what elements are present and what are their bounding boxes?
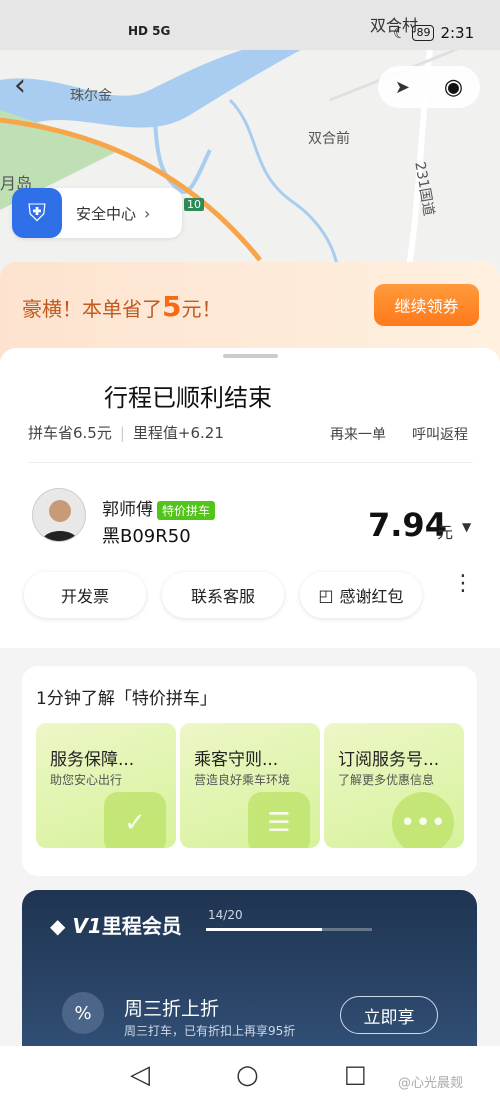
- road-number: 10: [184, 198, 204, 211]
- divider: [28, 462, 473, 463]
- driver-name: 郭师傅: [102, 500, 153, 520]
- tile-passenger-rules[interactable]: 乘客守则... 营造良好乘车环境 ☰: [180, 723, 320, 848]
- offer-title: 周三折上折: [124, 998, 220, 1020]
- nav-home-icon[interactable]: ○: [236, 1060, 259, 1090]
- thanks-red-packet-button[interactable]: ◰ 感谢红包: [300, 572, 422, 618]
- promo-prefix: 豪横！本单省了: [22, 297, 162, 321]
- promo-text: 豪横！本单省了5元！: [22, 290, 221, 323]
- offer-subtitle: 周三打车，已有折扣上再享95折: [124, 1024, 296, 1038]
- claim-coupon-button[interactable]: 继续领券: [374, 284, 479, 326]
- tile-subtitle: 助您安心出行: [50, 773, 123, 787]
- order-again-link[interactable]: 再来一单: [330, 424, 386, 444]
- thanks-label: 感谢红包: [339, 587, 404, 606]
- tile-subtitle: 营造良好乘车环境: [194, 773, 291, 787]
- tile-title: 服务保障...: [50, 750, 135, 770]
- fare-dropdown-icon[interactable]: ▼: [462, 520, 471, 534]
- moon-icon: ☾: [393, 24, 407, 42]
- network-icons: HD 5G: [128, 24, 171, 38]
- driver-name-row: 郭师傅 特价拼车: [102, 495, 216, 520]
- enjoy-now-button[interactable]: 立即享: [340, 996, 438, 1034]
- gift-bag-icon: ◰: [318, 585, 334, 605]
- member-level: V1: [72, 914, 102, 938]
- license-plate: 黑B09R50: [102, 526, 191, 547]
- member-title: ◆ V1里程会员: [50, 910, 182, 939]
- diamond-icon: ◆: [50, 914, 66, 938]
- nav-back-icon[interactable]: ◁: [130, 1060, 150, 1090]
- map-label: 双合前: [308, 131, 350, 147]
- driver-avatar[interactable]: [32, 488, 86, 542]
- navigate-arrow-icon[interactable]: ➤: [395, 77, 410, 98]
- intro-card: 1分钟了解「特价拼车」 服务保障... 助您安心出行 ✓ 乘客守则... 营造良…: [22, 666, 477, 876]
- trip-card: 行程已顺利结束 拼车省6.5元 | 里程值+6.21 再来一单 呼叫返程 郭师傅 特价…: [0, 348, 500, 648]
- trip-stats: 拼车省6.5元 | 里程值+6.21: [28, 422, 224, 443]
- driver-photo: [33, 489, 85, 541]
- shield-plus-icon: ⛨: [12, 188, 62, 238]
- clock: 2:31: [440, 24, 475, 42]
- promo-suffix: 元！: [181, 297, 222, 321]
- tile-subtitle: 了解更多优惠信息: [338, 773, 435, 787]
- map-controls: ➤ ◉: [378, 66, 480, 108]
- mileage-value: 里程值+6.21: [132, 424, 224, 442]
- safety-label: 安全中心: [76, 204, 137, 223]
- tile-subscribe[interactable]: 订阅服务号... 了解更多优惠信息 •••: [324, 723, 464, 848]
- watermark: @心光晨觌: [398, 1076, 464, 1091]
- return-trip-link[interactable]: 呼叫返程: [412, 424, 468, 444]
- back-button[interactable]: ‹: [14, 68, 44, 104]
- contact-service-button[interactable]: 联系客服: [162, 572, 284, 618]
- promo-banner: 豪横！本单省了5元！ 继续领券: [0, 262, 500, 362]
- tile-service-guarantee[interactable]: 服务保障... 助您安心出行 ✓: [36, 723, 176, 848]
- status-bar: HD 5G 双合村 ☾ 89 2:31: [0, 0, 500, 50]
- drag-handle[interactable]: [223, 354, 278, 358]
- discount-tag-icon: %: [62, 992, 104, 1034]
- intro-heading: 1分钟了解「特价拼车」: [36, 689, 217, 709]
- safety-center-button[interactable]: ⛨ 安全中心 ›: [12, 188, 182, 238]
- member-progress-fill: [206, 928, 323, 931]
- invoice-button[interactable]: 开发票: [24, 572, 146, 618]
- fare-unit: 元: [437, 523, 454, 542]
- battery-icon: 89: [412, 25, 435, 41]
- status-right: ☾ 89 2:31: [393, 24, 474, 42]
- ride-type-badge: 特价拼车: [157, 500, 216, 520]
- more-options-icon[interactable]: ⋮: [452, 573, 474, 595]
- stats-divider: |: [119, 424, 125, 442]
- member-progress-text: 14/20: [208, 908, 243, 922]
- promo-amount: 5: [162, 290, 182, 323]
- member-name: 里程会员: [101, 914, 182, 938]
- tile-title: 乘客守则...: [194, 750, 279, 770]
- trip-title: 行程已顺利结束: [104, 384, 272, 412]
- check-shield-icon: ✓: [104, 792, 166, 848]
- nav-recent-icon[interactable]: □: [344, 1060, 367, 1088]
- member-progress-bar: [206, 928, 372, 931]
- carpool-savings: 拼车省6.5元: [28, 424, 112, 442]
- chevron-right-icon: ›: [144, 203, 151, 223]
- chat-bubble-icon: •••: [392, 792, 454, 848]
- locate-icon[interactable]: ◉: [444, 75, 463, 100]
- fare-amount[interactable]: 7.94: [368, 506, 447, 544]
- map-label: 珠尔金: [70, 88, 112, 104]
- document-icon: ☰: [248, 792, 310, 848]
- tile-title: 订阅服务号...: [338, 750, 440, 770]
